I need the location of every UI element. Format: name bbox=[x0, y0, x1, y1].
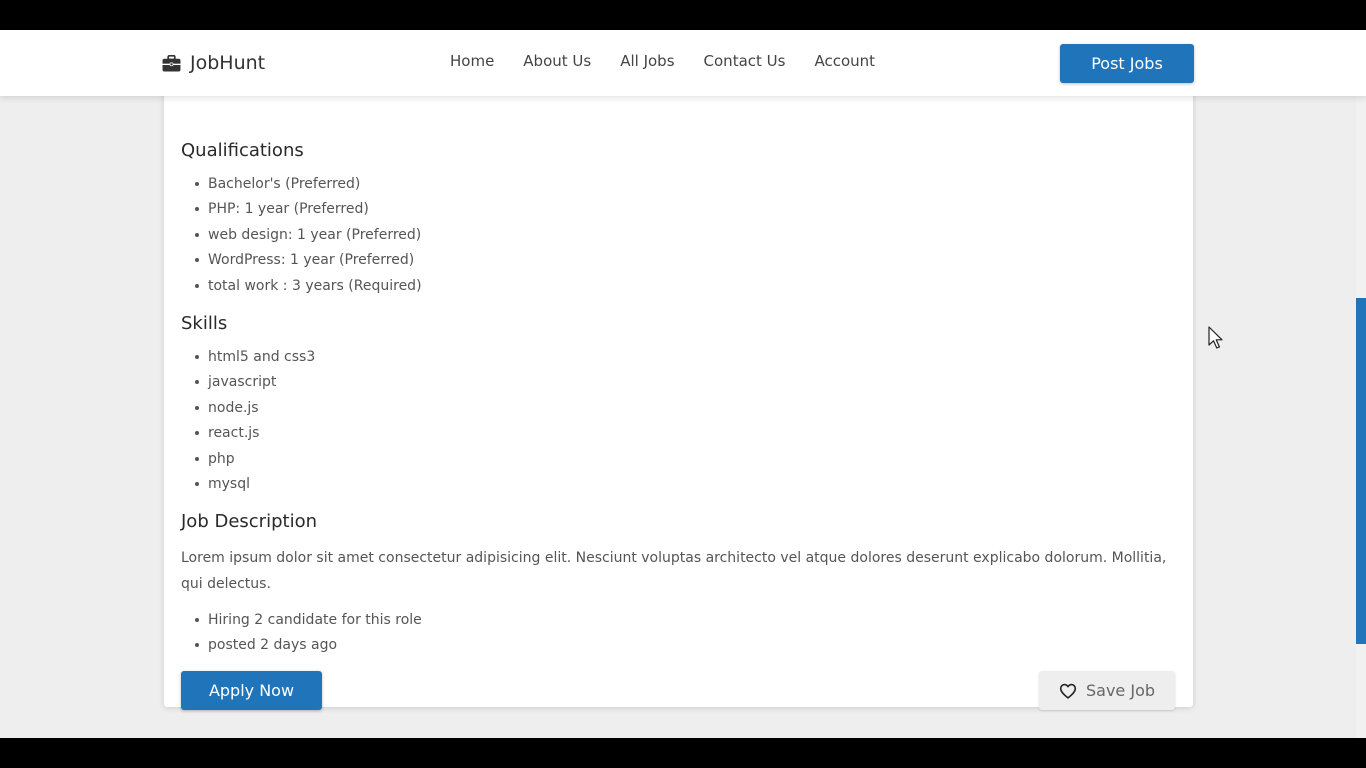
heart-icon bbox=[1059, 683, 1077, 699]
qualification-item: WordPress: 1 year (Preferred) bbox=[195, 250, 422, 275]
qualifications-heading: Qualifications bbox=[181, 140, 304, 161]
skills-heading: Skills bbox=[181, 313, 228, 334]
mouse-cursor-icon bbox=[1208, 326, 1223, 349]
skill-item: php bbox=[194, 449, 315, 474]
brand-name: JobHunt bbox=[190, 52, 266, 74]
qualification-item: PHP: 1 year (Preferred) bbox=[195, 199, 422, 224]
skills-list: html5 and css3 javascript node.js react.… bbox=[181, 347, 315, 499]
nav-all-jobs[interactable]: All Jobs bbox=[620, 52, 674, 70]
briefcase-icon bbox=[162, 54, 181, 72]
skill-item: node.js bbox=[194, 398, 315, 423]
save-job-button[interactable]: Save Job bbox=[1039, 671, 1175, 710]
nav-contact-us[interactable]: Contact Us bbox=[704, 52, 786, 70]
skill-item: mysql bbox=[194, 474, 315, 499]
brand-logo[interactable]: JobHunt bbox=[162, 50, 265, 76]
top-navbar: JobHunt Home About Us All Jobs Contact U… bbox=[0, 30, 1366, 96]
nav-account[interactable]: Account bbox=[814, 52, 875, 70]
posted-time: posted 2 days ago bbox=[195, 635, 422, 660]
job-meta-list: Hiring 2 candidate for this role posted … bbox=[181, 610, 422, 661]
save-job-label: Save Job bbox=[1085, 681, 1156, 700]
qualification-item: Bachelor's (Preferred) bbox=[195, 174, 422, 199]
skill-item: html5 and css3 bbox=[194, 347, 315, 372]
job-description-text: Lorem ipsum dolor sit amet consectetur a… bbox=[181, 550, 1167, 592]
job-details-card: Qualifications Bachelor's (Preferred) PH… bbox=[164, 30, 1193, 710]
post-jobs-button[interactable]: Post Jobs bbox=[1060, 44, 1194, 83]
skill-item: javascript bbox=[194, 372, 315, 397]
scrollbar-thumb[interactable] bbox=[1356, 298, 1366, 644]
page-scrollbar[interactable] bbox=[1356, 30, 1366, 738]
apply-now-button[interactable]: Apply Now bbox=[181, 671, 322, 710]
qualifications-list: Bachelor's (Preferred) PHP: 1 year (Pref… bbox=[181, 174, 422, 301]
nav-home[interactable]: Home bbox=[450, 52, 494, 70]
qualification-item: total work : 3 years (Required) bbox=[195, 276, 422, 301]
main-nav: Home About Us All Jobs Contact Us Accoun… bbox=[450, 52, 875, 70]
page-viewport: Qualifications Bachelor's (Preferred) PH… bbox=[0, 30, 1366, 738]
nav-about-us[interactable]: About Us bbox=[523, 52, 591, 70]
job-description-heading: Job Description bbox=[181, 511, 317, 532]
qualification-item: web design: 1 year (Preferred) bbox=[195, 225, 422, 250]
skill-item: react.js bbox=[194, 423, 315, 448]
hiring-count: Hiring 2 candidate for this role bbox=[195, 610, 422, 635]
